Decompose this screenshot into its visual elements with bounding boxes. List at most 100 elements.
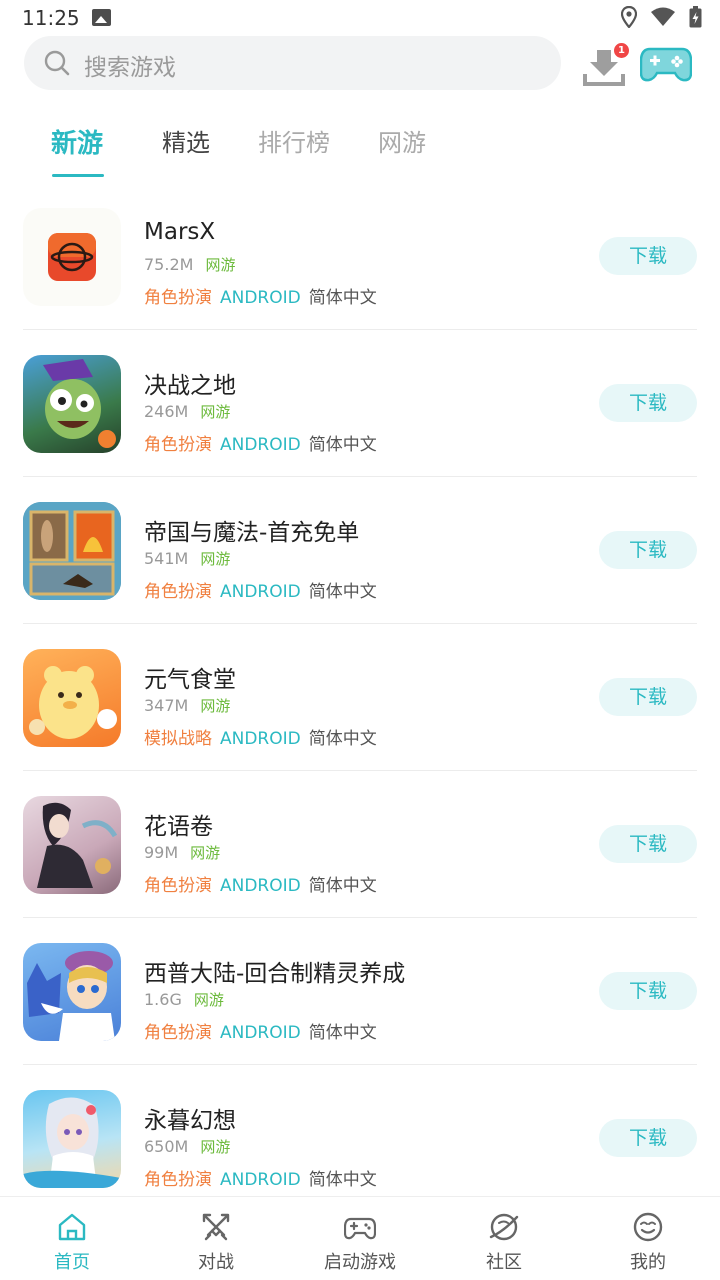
list-item[interactable]: 帝国与魔法-首充免单 541M 网游 角色扮演 ANDROID 简体中文 下载 [0,477,720,624]
game-icon [23,796,121,894]
search-bar[interactable]: 搜索游戏 [24,36,561,90]
game-meta: 75.2M 网游 [144,254,235,275]
list-item[interactable]: 永暮幻想 650M 网游 角色扮演 ANDROID 简体中文 下载 [0,1065,720,1212]
game-icon [23,355,121,453]
genre-tag: 模拟战略 [144,729,212,749]
list-item[interactable]: 决战之地 246M 网游 角色扮演 ANDROID 简体中文 下载 [0,330,720,477]
planet-icon [489,1213,519,1241]
game-tags: 角色扮演 ANDROID 简体中文 [144,430,377,455]
status-bar: 11:25 [0,0,720,36]
game-kind: 网游 [200,550,231,568]
game-icon [23,943,121,1041]
game-icon [23,208,121,306]
gamepad-icon [344,1217,376,1240]
game-name: MarsX [144,219,216,245]
game-tags: 角色扮演 ANDROID 简体中文 [144,871,377,896]
game-kind: 网游 [200,697,231,715]
download-badge: 1 [614,43,629,58]
tab-featured[interactable]: 精选 [162,123,210,158]
game-size: 1.6G [144,990,182,1009]
game-meta: 650M 网游 [144,1136,230,1157]
language-tag: 简体中文 [308,582,377,602]
game-name: 花语卷 [144,814,213,840]
game-tags: 模拟战略 ANDROID 简体中文 [144,724,377,749]
game-meta: 246M 网游 [144,401,230,422]
genre-tag: 角色扮演 [144,1170,212,1190]
nav-community[interactable]: 社区 [432,1197,576,1280]
status-time: 11:25 [22,6,80,30]
download-button[interactable]: 下载 [599,825,697,863]
platform-tag: ANDROID [220,1023,301,1043]
search-placeholder: 搜索游戏 [84,55,176,81]
download-button[interactable]: 下载 [599,384,697,422]
game-name: 元气食堂 [144,667,236,693]
genre-tag: 角色扮演 [144,876,212,896]
battery-icon [689,6,702,28]
game-size: 650M [144,1137,189,1156]
home-icon [58,1213,86,1241]
game-icon [23,1090,121,1188]
nav-profile[interactable]: 我的 [576,1197,720,1280]
language-tag: 简体中文 [308,1170,377,1190]
location-icon [621,6,637,28]
nav-launch-game[interactable]: 启动游戏 [288,1197,432,1280]
language-tag: 简体中文 [308,729,377,749]
game-kind: 网游 [190,844,221,862]
platform-tag: ANDROID [220,582,301,602]
game-name: 帝国与魔法-首充免单 [144,520,360,546]
platform-tag: ANDROID [220,729,301,749]
game-kind: 网游 [193,991,224,1009]
game-meta: 99M 网游 [144,842,220,863]
nav-launch-game-label: 启动游戏 [324,1252,396,1273]
game-name: 永暮幻想 [144,1108,236,1134]
tab-new-games[interactable]: 新游 [51,123,103,160]
nav-battle-label: 对战 [198,1252,234,1273]
list-item[interactable]: 花语卷 99M 网游 角色扮演 ANDROID 简体中文 下载 [0,771,720,918]
list-item[interactable]: MarsX 75.2M 网游 角色扮演 ANDROID 简体中文 下载 [0,183,720,330]
download-button[interactable]: 下载 [599,678,697,716]
download-button[interactable]: 下载 [599,972,697,1010]
face-icon [633,1212,663,1242]
bottom-navigation: 首页 对战 启动游戏 社区 我的 [0,1196,720,1280]
game-tags: 角色扮演 ANDROID 简体中文 [144,1165,377,1190]
game-icon [23,502,121,600]
tab-online-games[interactable]: 网游 [378,123,426,158]
language-tag: 简体中文 [308,1023,377,1043]
genre-tag: 角色扮演 [144,582,212,602]
game-kind: 网游 [200,1138,231,1156]
download-button[interactable]: 下载 [599,531,697,569]
download-button[interactable]: 下载 [599,237,697,275]
game-tags: 角色扮演 ANDROID 简体中文 [144,283,377,308]
language-tag: 简体中文 [308,288,377,308]
game-name: 西普大陆-回合制精灵养成 [144,961,406,987]
active-tab-indicator [52,174,104,177]
game-size: 75.2M [144,255,194,274]
swords-icon [202,1213,230,1241]
nav-profile-label: 我的 [630,1252,666,1273]
download-button[interactable]: 下载 [599,1119,697,1157]
nav-home[interactable]: 首页 [0,1197,144,1280]
nav-battle[interactable]: 对战 [144,1197,288,1280]
game-tags: 角色扮演 ANDROID 简体中文 [144,1018,377,1043]
game-meta: 1.6G 网游 [144,989,224,1010]
game-meta: 347M 网游 [144,695,230,716]
gamepad-icon[interactable] [640,45,692,83]
language-tag: 简体中文 [308,435,377,455]
tab-ranking[interactable]: 排行榜 [258,123,330,158]
search-icon [44,50,70,76]
image-notification-icon [92,9,111,26]
game-icon [23,649,121,747]
game-size: 347M [144,696,189,715]
genre-tag: 角色扮演 [144,288,212,308]
platform-tag: ANDROID [220,1170,301,1190]
game-size: 99M [144,843,179,862]
platform-tag: ANDROID [220,288,301,308]
language-tag: 简体中文 [308,876,377,896]
list-item[interactable]: 元气食堂 347M 网游 模拟战略 ANDROID 简体中文 下载 [0,624,720,771]
game-meta: 541M 网游 [144,548,230,569]
nav-community-label: 社区 [486,1252,522,1273]
game-kind: 网游 [200,403,231,421]
genre-tag: 角色扮演 [144,435,212,455]
list-item[interactable]: 西普大陆-回合制精灵养成 1.6G 网游 角色扮演 ANDROID 简体中文 下载 [0,918,720,1065]
category-tabs: 新游 精选 排行榜 网游 [0,115,720,179]
